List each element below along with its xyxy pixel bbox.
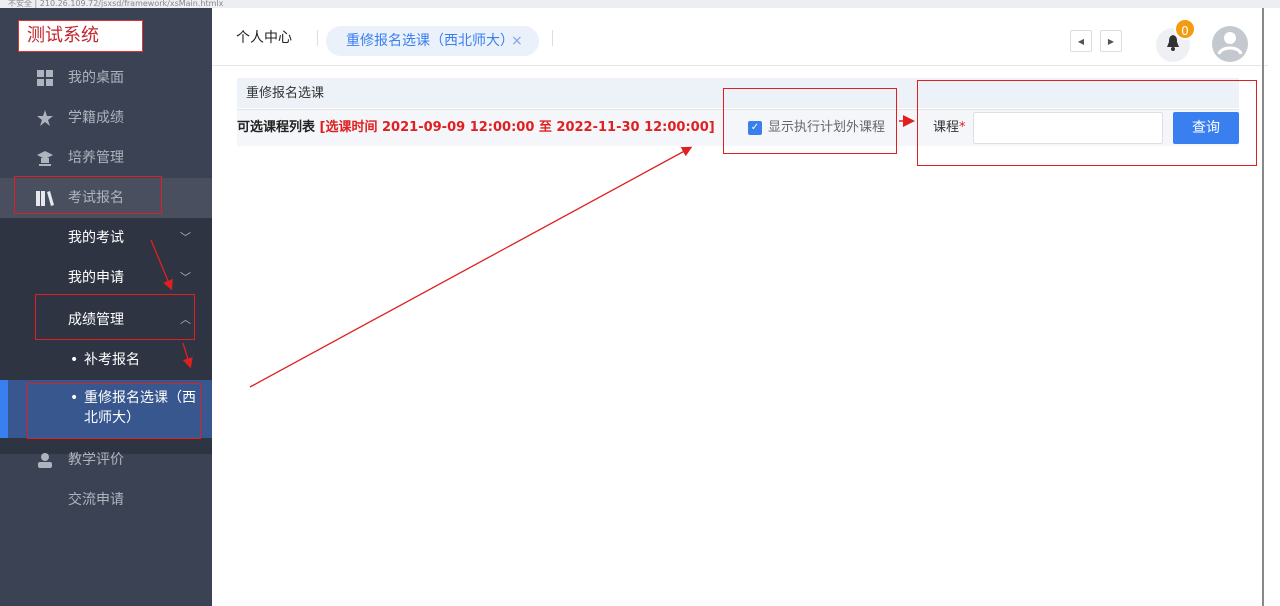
selection-time-range: [选课时间 2021-09-09 12:00:00 至 2022-11-30 1… [319,120,715,135]
show-unplanned-courses-checkbox[interactable]: ✓ [748,121,762,135]
divider [552,30,553,46]
prev-tab-button[interactable]: ◀ [1070,30,1092,52]
sidebar-item-label: 考试报名 [68,190,124,206]
course-field-label: 课程* [933,120,966,135]
star-icon [36,98,54,138]
bullet-icon: • [70,352,79,368]
avatar[interactable] [1212,26,1248,62]
tab-retake-course[interactable]: 重修报名选课（西北师大） × [326,26,539,56]
page-title: 重修报名选课 [246,86,325,101]
user-icon [36,440,54,480]
chevron-right-icon: ▶ [1107,36,1115,46]
next-tab-button[interactable]: ▶ [1100,30,1122,52]
panel-header [237,78,1239,108]
browser-url-bar[interactable]: 不安全 | 210.26.109.72/jsxsd/framework/xsMa… [0,0,1280,8]
tab-label: 重修报名选课（西北师大） [346,33,514,49]
submenu-retake-course[interactable]: • 重修报名选课（西 北师大） [0,380,212,438]
query-button[interactable]: 查询 [1173,112,1239,144]
submenu-my-exams[interactable]: 我的考试 ﹀ [0,218,212,258]
sidebar-item-exam-registration[interactable]: 考试报名 [0,178,212,218]
annotation-arrow [249,146,693,388]
sidebar-item-label: 培养管理 [68,150,124,166]
course-input[interactable] [973,112,1163,144]
top-header: 个人中心 重修报名选课（西北师大） × ◀ ▶ 0 [212,8,1268,66]
sidebar: 测试系统 我的桌面 学籍成绩 培养管理 考试报名 我的考试 ﹀ 我的申请 ﹀ 成… [0,8,212,606]
sidebar-item-exchange[interactable]: 交流申请 [0,480,212,520]
graduation-cap-icon [36,138,54,178]
divider [317,30,318,46]
submenu-grade-management[interactable]: 成绩管理 ︿ [0,300,212,340]
submenu-makeup-exam[interactable]: • 补考报名 [0,340,212,380]
chevron-left-icon: ◀ [1077,36,1085,46]
chevron-up-icon: ︿ [180,313,191,326]
checkbox-label: 显示执行计划外课程 [768,120,886,135]
books-icon [36,178,54,218]
app-logo-title: 测试系统 [18,20,143,52]
sidebar-item-label: 我的桌面 [68,70,124,86]
scrollbar[interactable] [1262,8,1264,606]
notification-badge: 0 [1174,18,1196,40]
chevron-down-icon: ﹀ [180,271,191,284]
sidebar-item-records[interactable]: 学籍成绩 [0,98,212,138]
course-list-label: 可选课程列表 [选课时间 2021-09-09 12:00:00 至 2022-… [237,120,715,135]
sidebar-item-training[interactable]: 培养管理 [0,138,212,178]
close-icon[interactable]: × [511,26,523,56]
submenu-my-applications[interactable]: 我的申请 ﹀ [0,258,212,298]
tab-personal-center[interactable]: 个人中心 [236,8,292,68]
sidebar-item-label: 交流申请 [68,492,124,508]
sidebar-item-label: 学籍成绩 [68,110,124,126]
windows-icon [36,58,54,98]
chevron-down-icon: ﹀ [180,231,191,244]
user-avatar-icon [1212,26,1248,62]
sidebar-item-label: 教学评价 [68,452,124,468]
sidebar-item-desktop[interactable]: 我的桌面 [0,58,212,98]
bullet-icon: • [70,390,79,406]
sidebar-item-teaching-evaluation[interactable]: 教学评价 [0,440,212,480]
